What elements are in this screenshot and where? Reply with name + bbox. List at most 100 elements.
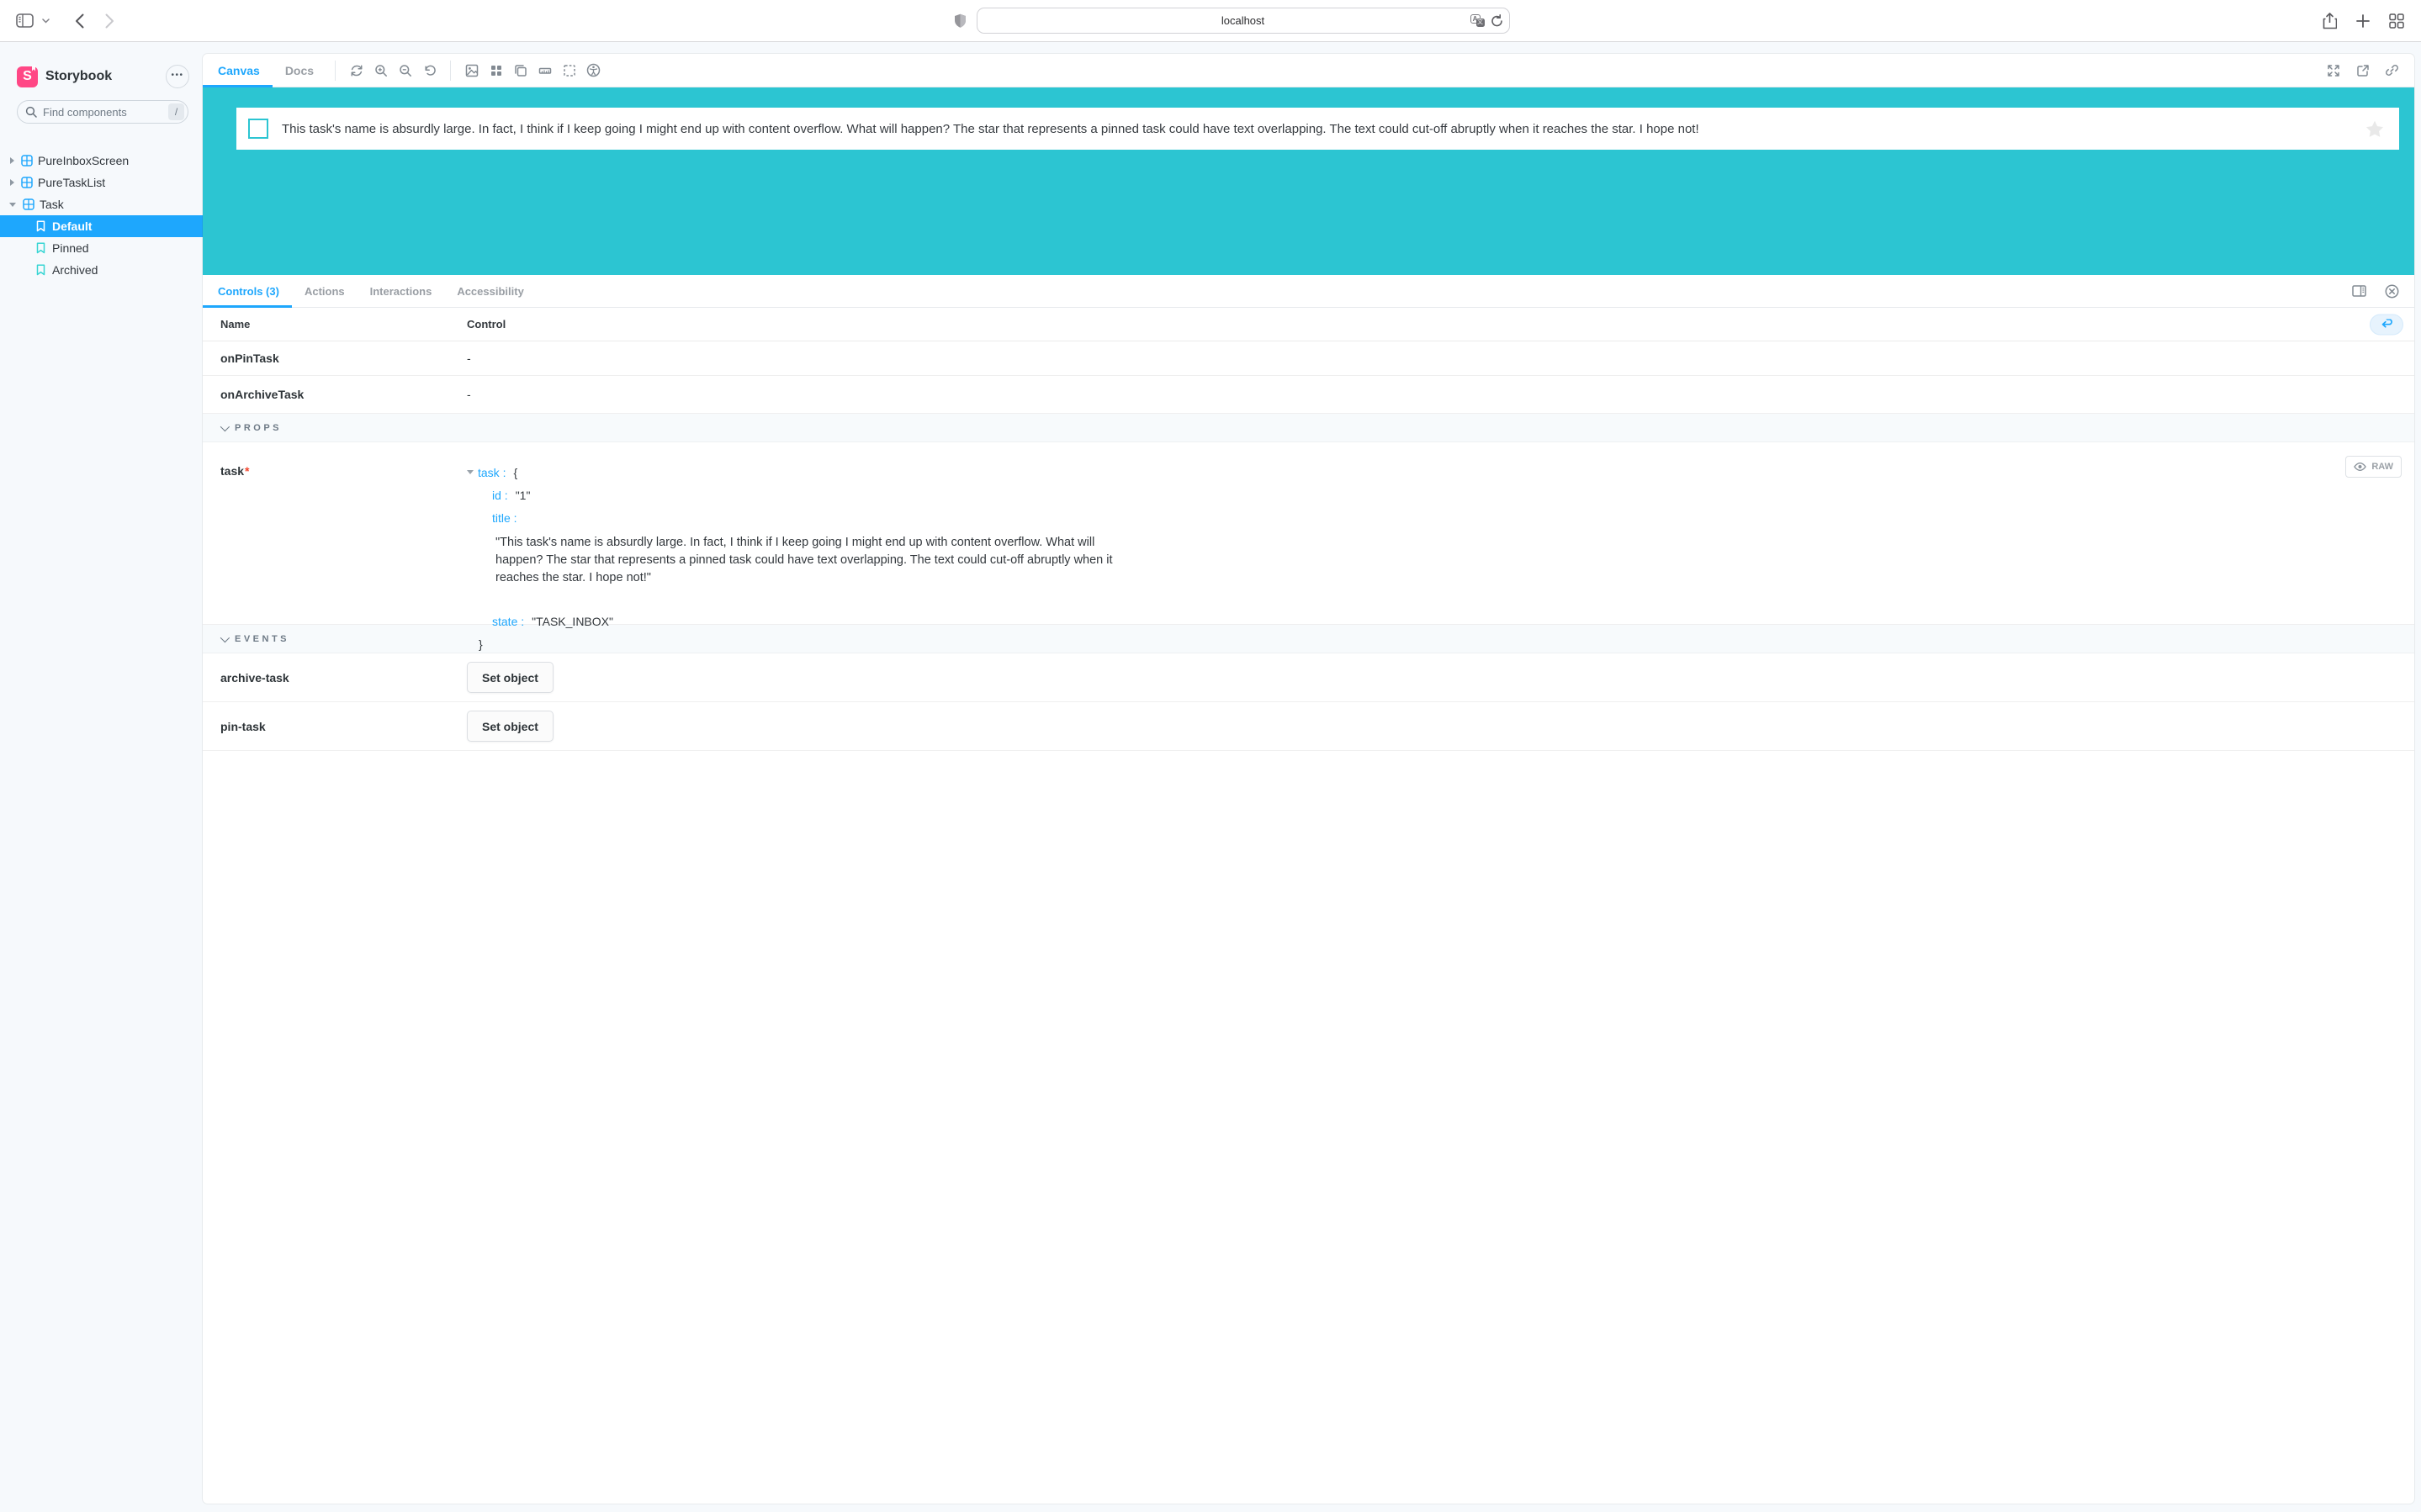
eye-icon [2354, 462, 2366, 472]
back-icon [75, 13, 84, 29]
column-header-name: Name [203, 318, 467, 330]
reset-controls-button[interactable] [2370, 314, 2403, 335]
caret-down-icon[interactable] [9, 203, 16, 207]
section-label: EVENTS [235, 634, 289, 644]
sidebar-item-pureinboxscreen[interactable]: PureInboxScreen [0, 150, 203, 172]
bookmark-icon [35, 220, 46, 232]
open-external-icon [2356, 64, 2370, 77]
image-icon [465, 64, 479, 77]
forward-button[interactable] [97, 8, 122, 34]
object-key[interactable]: task : [478, 466, 506, 479]
measure-button[interactable] [532, 54, 557, 87]
tab-controls[interactable]: Controls (3) [203, 275, 292, 307]
zoom-in-icon [374, 64, 388, 77]
reload-icon[interactable] [1491, 14, 1503, 28]
share-button[interactable] [2317, 8, 2342, 34]
panel-position-icon [2352, 285, 2366, 297]
collapse-caret-icon[interactable] [467, 470, 474, 474]
close-icon [2385, 284, 2399, 299]
zoom-out-button[interactable] [393, 54, 417, 87]
arg-row-onpintask: onPinTask - [203, 341, 2414, 376]
pin-star-icon[interactable] [2365, 120, 2384, 138]
search-input[interactable]: Find components / [17, 100, 188, 124]
address-bar[interactable]: localhost A文 [977, 8, 1510, 34]
tab-docs[interactable]: Docs [273, 54, 326, 87]
controls-header-row: Name Control [203, 308, 2414, 341]
sidebar-item-puretasklist[interactable]: PureTaskList [0, 172, 203, 193]
tab-accessibility[interactable]: Accessibility [444, 275, 537, 307]
zoom-in-button[interactable] [368, 54, 393, 87]
section-props[interactable]: PROPS [203, 414, 2414, 442]
viewport-button[interactable] [508, 54, 532, 87]
search-placeholder: Find components [43, 106, 168, 119]
tab-overview-button[interactable] [2384, 8, 2409, 34]
object-value[interactable]: "TASK_INBOX" [532, 615, 613, 628]
privacy-shield-icon[interactable] [954, 13, 967, 29]
close-panel-button[interactable] [2380, 274, 2404, 308]
tab-canvas[interactable]: Canvas [203, 54, 273, 87]
object-value[interactable]: "1" [516, 489, 531, 502]
sidebar-item-default[interactable]: Default [0, 215, 203, 237]
raw-toggle-button[interactable]: RAW [2345, 456, 2402, 478]
open-new-tab-button[interactable] [2350, 54, 2375, 87]
caret-right-icon[interactable] [10, 157, 14, 164]
reset-zoom-icon [423, 64, 437, 77]
controls-panel: Name Control onPinTask - onArchiveTask -… [203, 308, 2414, 1504]
toolbar-divider [335, 61, 336, 81]
tree-item-label: Pinned [52, 241, 89, 255]
close-brace: } [479, 637, 483, 651]
component-icon [21, 177, 33, 188]
title-value-text[interactable]: "This task's name is absurdly large. In … [495, 534, 1133, 587]
forward-icon [105, 13, 114, 29]
sidebar-menu-button[interactable]: ••• [166, 65, 189, 88]
section-label: PROPS [235, 423, 282, 433]
zoom-out-icon [399, 64, 412, 77]
arg-control-value: - [467, 352, 471, 365]
chevron-down-icon [220, 632, 230, 642]
set-object-button[interactable]: Set object [467, 711, 554, 742]
chevron-down-icon [220, 421, 230, 431]
sidebar: S Storybook ••• Find components / PureIn… [0, 43, 203, 1512]
back-button[interactable] [66, 8, 92, 34]
sidebar-item-pinned[interactable]: Pinned [0, 237, 203, 259]
sidebar-item-archived[interactable]: Archived [0, 259, 203, 281]
sidebar-item-task[interactable]: Task [0, 193, 203, 215]
tab-actions[interactable]: Actions [292, 275, 358, 307]
panel-position-button[interactable] [2347, 274, 2371, 308]
grid-button[interactable] [484, 54, 508, 87]
fullscreen-button[interactable] [2321, 54, 2345, 87]
object-key[interactable]: title : [492, 511, 517, 525]
set-object-button[interactable]: Set object [467, 662, 554, 693]
tab-interactions[interactable]: Interactions [358, 275, 445, 307]
object-key[interactable]: id : [492, 489, 508, 502]
task-item: This task's name is absurdly large. In f… [236, 108, 2399, 150]
arg-name: archive-task [203, 671, 467, 685]
sidebar-toggle-button[interactable] [12, 8, 37, 34]
object-key[interactable]: state : [492, 615, 524, 628]
object-control-tree[interactable]: task : { id : "1" title : "This task's n… [467, 442, 2414, 624]
new-tab-button[interactable] [2350, 8, 2376, 34]
browser-toolbar: localhost A文 [0, 0, 2421, 42]
outline-icon [563, 64, 576, 77]
arg-row-task: task* task : { id : "1" title : "This ta… [203, 442, 2414, 625]
task-checkbox[interactable] [248, 119, 268, 139]
arg-name: task* [203, 442, 467, 624]
component-icon [21, 155, 33, 167]
translate-icon[interactable]: A文 [1470, 14, 1485, 27]
toolbar-divider [450, 61, 451, 81]
tree-item-label: Task [40, 198, 64, 211]
reset-zoom-button[interactable] [417, 54, 442, 87]
arg-row-pin-task: pin-task Set object [203, 702, 2414, 751]
copy-link-button[interactable] [2380, 54, 2404, 87]
accessibility-vision-button[interactable] [581, 54, 606, 87]
background-button[interactable] [459, 54, 484, 87]
search-shortcut-key: / [168, 103, 184, 120]
chevron-down-icon[interactable] [42, 19, 50, 24]
caret-right-icon[interactable] [10, 179, 14, 186]
remount-button[interactable] [344, 54, 368, 87]
outline-button[interactable] [557, 54, 581, 87]
arg-name: pin-task [203, 720, 467, 733]
tree-item-label: PureInboxScreen [38, 154, 129, 167]
accessibility-icon [586, 63, 601, 77]
ellipsis-icon: ••• [171, 71, 183, 80]
